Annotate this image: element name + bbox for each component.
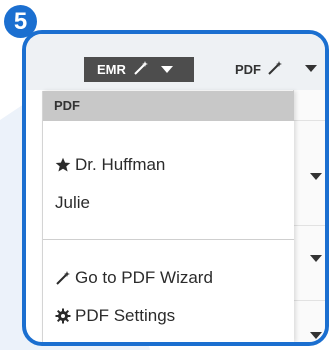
menu-item-label: Go to PDF Wizard	[75, 268, 213, 287]
magic-wand-icon	[55, 270, 71, 286]
menu-item-dr-huffman[interactable]: Dr. Huffman	[43, 150, 294, 180]
pdf-button-label: PDF	[235, 62, 261, 77]
emr-dropdown-button[interactable]: EMR	[84, 57, 194, 82]
gear-icon	[55, 308, 71, 324]
chevron-down-icon	[305, 60, 317, 78]
emr-button-label: EMR	[97, 62, 126, 77]
pdf-wizard-button[interactable]: PDF	[229, 57, 293, 82]
menu-header: PDF	[43, 91, 294, 121]
pdf-dropdown-toggle[interactable]	[296, 54, 325, 84]
menu-item-go-to-pdf-wizard[interactable]: Go to PDF Wizard	[43, 263, 294, 293]
step-number-badge: 5	[4, 5, 37, 38]
menu-divider	[43, 239, 294, 240]
chevron-down-icon	[310, 250, 322, 268]
menu-item-label: Dr. Huffman	[75, 155, 166, 174]
menu-item-julie[interactable]: Julie	[43, 188, 294, 218]
row-dropdown-toggle[interactable]	[308, 171, 324, 183]
star-icon	[55, 157, 71, 173]
menu-item-label: PDF Settings	[75, 306, 176, 325]
row-divider	[294, 225, 325, 226]
chevron-down-icon	[160, 62, 173, 77]
row-divider	[294, 120, 325, 121]
chevron-down-icon	[310, 168, 322, 186]
row-dropdown-column	[293, 90, 325, 342]
toolbar: EMR PDF	[26, 34, 325, 90]
pdf-dropdown-menu: PDF Dr. Huffman Julie Go to PDF Wizard P…	[42, 91, 294, 342]
menu-item-label: Julie	[55, 193, 90, 212]
zoomed-ui-frame: EMR PDF PDF Dr. Huffman Julie Go to PDF …	[22, 30, 329, 346]
row-divider	[294, 300, 325, 301]
menu-item-pdf-settings[interactable]: PDF Settings	[43, 301, 294, 331]
chevron-down-icon	[310, 327, 322, 342]
magic-wand-icon	[133, 60, 149, 79]
row-dropdown-toggle[interactable]	[308, 253, 324, 265]
row-dropdown-toggle[interactable]	[308, 330, 324, 342]
magic-wand-icon	[267, 60, 283, 79]
